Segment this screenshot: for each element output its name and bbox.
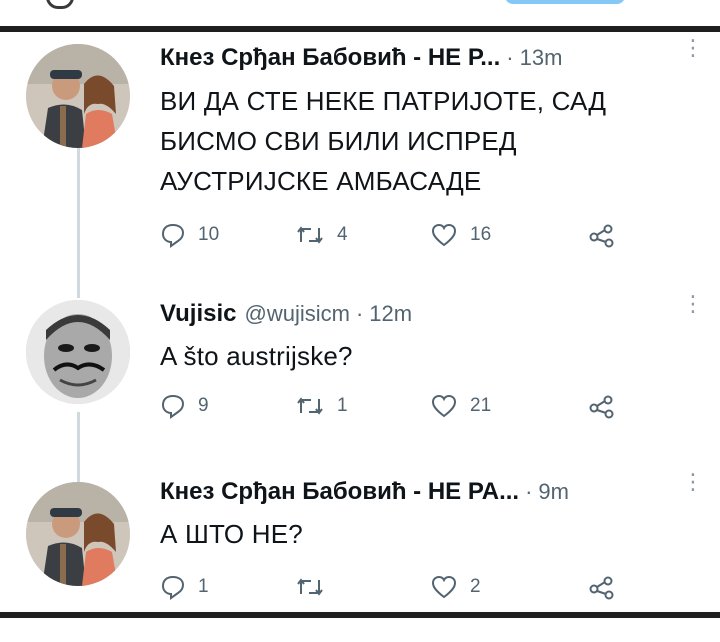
thread-line: [77, 412, 80, 482]
heart-icon: [431, 394, 457, 418]
display-name[interactable]: Vujisic: [160, 300, 236, 328]
retweet-count: 4: [337, 224, 348, 245]
share-button[interactable]: [588, 222, 628, 248]
retweet-icon: [297, 578, 323, 596]
tweet-text-line: АУСТРИЈСКЕ АМБАСАДЕ: [160, 166, 482, 196]
display-name[interactable]: Кнез Срђан Бабовић - НЕ Р...: [160, 44, 500, 72]
tweet-header: Кнез Срђан Бабовић - НЕ Р... · 13m: [160, 44, 562, 72]
reply-button[interactable]: 10: [160, 222, 219, 248]
reply-button[interactable]: 1: [160, 574, 209, 600]
like-count: 21: [470, 395, 492, 416]
reply-icon: [161, 394, 185, 419]
tweet-text-line: ВИ ДА СТЕ НЕКЕ ПАТРИЈОТЕ, САД: [160, 86, 607, 116]
share-button[interactable]: [588, 574, 628, 600]
tweet-header: Кнез Срђан Бабовић - НЕ РА... · 9m: [160, 478, 569, 506]
frame-top-border: [0, 26, 720, 32]
user-handle[interactable]: @wujisicm: [244, 301, 349, 327]
timestamp[interactable]: 13m: [520, 45, 563, 71]
separator-dot: ·: [525, 479, 533, 504]
tweet-actions: 10 4 16: [160, 222, 630, 252]
retweet-button[interactable]: 1: [295, 393, 348, 419]
reply-icon: [161, 575, 185, 600]
timestamp[interactable]: 12m: [369, 301, 412, 327]
share-icon: [589, 395, 614, 419]
tweet-text: A što austrijske?: [160, 336, 353, 376]
reply-count: 10: [198, 224, 220, 245]
heart-icon: [431, 575, 457, 599]
display-name[interactable]: Кнез Срђан Бабовић - НЕ РА...: [160, 478, 519, 506]
tweet-text-line: БИСМО СВИ БИЛИ ИСПРЕД: [160, 126, 517, 156]
share-icon: [589, 576, 614, 600]
timestamp[interactable]: 9m: [538, 479, 569, 505]
retweet-button[interactable]: 4: [295, 222, 348, 248]
like-button[interactable]: 2: [430, 574, 481, 600]
tweet-text: ВИ ДА СТЕ НЕКЕ ПАТРИЈОТЕ, САД БИСМО СВИ …: [160, 81, 606, 201]
reply-count: 1: [198, 576, 209, 597]
tweet-text-line: А ШТО НЕ?: [160, 519, 303, 549]
avatar[interactable]: [26, 300, 130, 404]
tweet-actions: 1 2: [160, 574, 630, 604]
top-edge-icon: [46, 0, 74, 9]
retweet-icon: [297, 397, 323, 415]
like-button[interactable]: 16: [430, 222, 491, 248]
retweet-button[interactable]: [295, 574, 337, 600]
separator-dot: ·: [506, 45, 514, 70]
frame-bottom-border: [0, 612, 720, 618]
thread-line: [77, 148, 80, 298]
reply-icon: [161, 223, 185, 248]
more-icon[interactable]: ⋮: [682, 37, 704, 59]
top-strip: [0, 0, 720, 14]
like-count: 2: [470, 576, 481, 597]
more-icon[interactable]: ⋮: [682, 293, 704, 315]
share-icon: [589, 224, 614, 248]
reply-button[interactable]: 9: [160, 393, 209, 419]
like-button[interactable]: 21: [430, 393, 491, 419]
tweet-actions: 9 1 21: [160, 393, 630, 423]
share-button[interactable]: [588, 393, 628, 419]
retweet-count: 1: [337, 395, 348, 416]
top-edge-button[interactable]: [505, 0, 625, 4]
avatar[interactable]: [26, 44, 130, 148]
tweet-text-line: A što austrijske?: [160, 341, 353, 371]
tweet-text: А ШТО НЕ?: [160, 514, 303, 554]
separator-dot: ·: [355, 301, 364, 326]
tweet-header: Vujisic @wujisicm · 12m: [160, 300, 412, 328]
retweet-icon: [297, 226, 323, 244]
avatar[interactable]: [26, 482, 130, 586]
like-count: 16: [470, 224, 492, 245]
more-icon[interactable]: ⋮: [682, 471, 704, 493]
heart-icon: [431, 223, 457, 247]
reply-count: 9: [198, 395, 209, 416]
